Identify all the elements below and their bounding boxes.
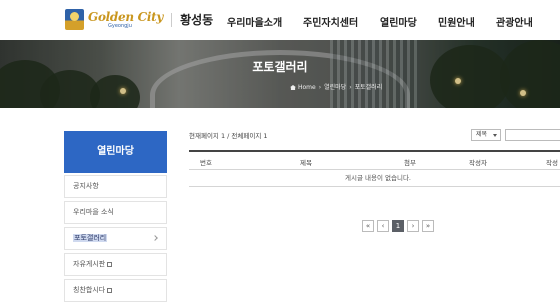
sidebar-item-label: 자유게시판 xyxy=(73,260,106,268)
last-page-button[interactable]: » xyxy=(422,220,434,232)
sidebar-item-photo-gallery[interactable]: 포토갤러리 xyxy=(64,227,167,250)
page-title: 포토갤러리 xyxy=(252,60,308,74)
sidebar-item-label: 칭찬합시다 xyxy=(73,286,106,294)
column-header-date: 작성 xyxy=(546,159,558,167)
breadcrumb: Home › 열린마당 › 포토갤러리 xyxy=(290,82,382,91)
chevron-right-icon xyxy=(152,235,158,241)
column-header-attachment: 첨부 xyxy=(404,159,416,167)
breadcrumb-home[interactable]: Home xyxy=(298,84,316,91)
main-nav: 우리마을소개 주민자치센터 열린마당 민원안내 관광안내 xyxy=(0,14,560,29)
home-icon xyxy=(290,85,296,90)
search-input[interactable] xyxy=(505,129,560,141)
search-field-select[interactable]: 제목 xyxy=(471,129,501,141)
external-link-icon xyxy=(107,262,113,267)
breadcrumb-open-forum[interactable]: 열린마당 xyxy=(324,84,346,91)
nav-item-civil-service[interactable]: 민원안내 xyxy=(438,14,475,29)
table-header: 번호 제목 첨부 작성자 작성 xyxy=(189,152,560,170)
next-page-button[interactable]: › xyxy=(407,220,419,232)
sidebar-item-village-news[interactable]: 우리마을 소식 xyxy=(64,201,167,224)
external-link-icon xyxy=(107,288,113,293)
sidebar-item-label: 우리마을 소식 xyxy=(73,208,114,216)
column-header-author: 작성자 xyxy=(469,159,487,167)
nav-item-tourism[interactable]: 관광안내 xyxy=(496,14,533,29)
sidebar-item-praise[interactable]: 칭찬합시다 xyxy=(64,279,167,302)
sidebar-item-label: 공지사항 xyxy=(73,182,99,190)
board-table: 번호 제목 첨부 작성자 작성 게시글 내용이 없습니다. xyxy=(189,150,560,187)
empty-message: 게시글 내용이 없습니다. xyxy=(189,170,560,187)
nav-item-open-forum[interactable]: 열린마당 xyxy=(380,14,417,29)
column-header-title: 제목 xyxy=(300,159,312,167)
breadcrumb-photo-gallery: 포토갤러리 xyxy=(354,84,383,91)
page-button-current[interactable]: 1 xyxy=(392,220,404,232)
site-header: Golden City Gyeongju 황성동 우리마을소개 주민자치센터 열… xyxy=(0,0,560,40)
sidebar-item-free-board[interactable]: 자유게시판 xyxy=(64,253,167,276)
first-page-button[interactable]: « xyxy=(362,220,374,232)
prev-page-button[interactable]: ‹ xyxy=(377,220,389,232)
nav-item-community-center[interactable]: 주민자치센터 xyxy=(303,14,358,29)
sidebar-title: 열린마당 xyxy=(64,131,167,173)
chevron-down-icon xyxy=(493,134,497,137)
column-header-number: 번호 xyxy=(200,159,212,167)
pagination: « ‹ 1 › » xyxy=(362,220,434,232)
sidebar-item-label: 포토갤러리 xyxy=(73,234,108,242)
nav-item-village-intro[interactable]: 우리마을소개 xyxy=(227,14,282,29)
page-info: 현재페이지 1 / 전체페이지 1 xyxy=(189,132,268,140)
sidebar-item-notice[interactable]: 공지사항 xyxy=(64,175,167,198)
